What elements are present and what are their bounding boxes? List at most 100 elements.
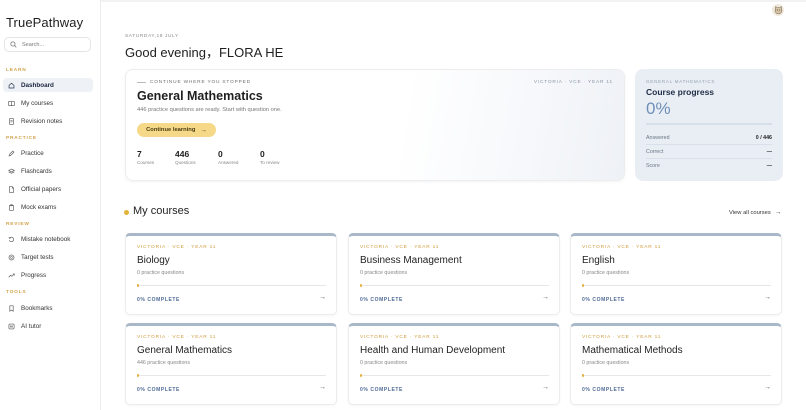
sidebar-item-target-tests[interactable]: Target tests	[3, 250, 93, 264]
progress-title: Course progress	[646, 87, 715, 97]
layers-icon	[8, 168, 15, 174]
document-icon	[9, 185, 14, 193]
stat-value: 446	[175, 149, 190, 159]
continue-learning-card: CONTINUE WHERE YOU STOPPED VICTORIA · VC…	[125, 69, 625, 181]
stat-value: 7	[137, 149, 142, 159]
divider	[646, 144, 772, 145]
sidebar-item-label: Bookmarks	[21, 304, 53, 312]
ai-icon	[8, 323, 15, 329]
section-label-practice: PRACTICE	[6, 136, 37, 141]
stat-label: To review	[260, 160, 280, 165]
sidebar-item-mock-exams[interactable]: Mock exams	[3, 200, 93, 214]
arrow-right-icon[interactable]: →	[542, 384, 549, 391]
course-question-count: 0 practice questions	[582, 270, 630, 276]
progress-row-label: Answered	[646, 135, 670, 141]
arrow-right-icon: →	[774, 209, 782, 216]
arrow-right-icon[interactable]: →	[764, 294, 771, 301]
arrow-right-icon: →	[200, 126, 207, 134]
sidebar-item-bookmarks[interactable]: Bookmarks	[3, 301, 93, 315]
course-name: Mathematical Methods	[582, 345, 683, 356]
arrow-right-icon[interactable]: →	[319, 294, 326, 301]
course-progress-bar	[360, 284, 549, 287]
section-label-learn: LEARN	[6, 68, 27, 73]
course-name: English	[582, 255, 615, 266]
course-card-biology[interactable]: VICTORIA · VCE · YEAR 11 Biology 0 pract…	[125, 233, 337, 315]
undo-icon	[8, 236, 14, 242]
sidebar-item-label: Mock exams	[21, 203, 57, 211]
course-question-count: 0 practice questions	[360, 360, 408, 366]
sidebar-item-official-papers[interactable]: Official papers	[3, 182, 93, 196]
course-name: Health and Human Development	[360, 345, 506, 356]
stat-answered: 0 Answered	[218, 149, 238, 165]
sidebar-item-flashcards[interactable]: Flashcards	[3, 164, 93, 178]
progress-row-value: —	[766, 149, 772, 155]
progress-row-answered: Answered 0 / 446	[646, 135, 772, 141]
avatar[interactable]	[772, 4, 784, 16]
course-complete-label: 0% COMPLETE	[360, 297, 403, 303]
sidebar-item-my-courses[interactable]: My courses	[3, 96, 93, 110]
sidebar-item-label: Flashcards	[21, 167, 52, 175]
sidebar-item-label: Target tests	[21, 253, 54, 261]
sidebar-item-ai-tutor[interactable]: AI tutor	[3, 319, 93, 333]
course-card-business-management[interactable]: VICTORIA · VCE · YEAR 11 Business Manage…	[348, 233, 560, 315]
stat-value: 0	[218, 149, 223, 159]
progress-percent: 0%	[646, 99, 671, 118]
course-tag: VICTORIA · VCE · YEAR 11	[360, 245, 440, 250]
course-card-health-and-human-development[interactable]: VICTORIA · VCE · YEAR 11 Health and Huma…	[348, 323, 560, 405]
course-question-count: 0 practice questions	[137, 270, 185, 276]
app-logo[interactable]: TruePathway	[6, 15, 83, 30]
sidebar-item-label: My courses	[21, 99, 54, 107]
book-icon	[8, 100, 15, 106]
progress-row-score: Score —	[646, 163, 772, 169]
course-progress-bar	[360, 374, 549, 377]
course-progress-fill	[360, 284, 362, 287]
sidebar-item-practice[interactable]: Practice	[3, 146, 93, 160]
section-dot	[124, 210, 129, 215]
course-card-english[interactable]: VICTORIA · VCE · YEAR 11 English 0 pract…	[570, 233, 782, 315]
continue-learning-label: Continue learning	[146, 127, 196, 133]
my-courses-title: My courses	[133, 205, 190, 217]
course-complete-label: 0% COMPLETE	[582, 387, 625, 393]
hero-kicker-text: CONTINUE WHERE YOU STOPPED	[150, 80, 251, 85]
arrow-right-icon[interactable]: →	[319, 384, 326, 391]
view-all-courses-link[interactable]: View all courses →	[729, 209, 781, 216]
stat-to-review: 0 To review	[260, 149, 279, 165]
course-progress-bar	[582, 284, 771, 287]
divider	[646, 158, 772, 159]
course-tag: VICTORIA · VCE · YEAR 11	[137, 245, 217, 250]
notes-icon	[9, 117, 14, 125]
course-complete-label: 0% COMPLETE	[137, 387, 180, 393]
view-all-label: View all courses	[729, 209, 771, 216]
course-progress-fill	[137, 284, 139, 287]
progress-row-label: Score	[646, 163, 660, 169]
arrow-right-icon[interactable]: →	[764, 384, 771, 391]
search-input[interactable]: Search...	[4, 37, 91, 52]
pencil-icon	[8, 150, 15, 156]
arrow-right-icon[interactable]: →	[542, 294, 549, 301]
stat-label: Courses	[137, 160, 155, 165]
sidebar-item-mistake-notebook[interactable]: Mistake notebook	[3, 232, 93, 246]
stat-label: Answered	[218, 160, 239, 165]
progress-bar	[646, 123, 772, 125]
sidebar-item-progress[interactable]: Progress	[3, 268, 93, 282]
sidebar-item-revision-notes[interactable]: Revision notes	[3, 114, 93, 128]
continue-learning-button[interactable]: Continue learning →	[137, 123, 216, 137]
course-progress-bar	[582, 374, 771, 377]
section-label-review: REVIEW	[6, 222, 30, 227]
stat-courses: 7 Courses	[137, 149, 154, 165]
sidebar-item-dashboard[interactable]: Dashboard	[3, 78, 93, 92]
course-tag: VICTORIA · VCE · YEAR 11	[360, 335, 440, 340]
course-card-general-mathematics[interactable]: VICTORIA · VCE · YEAR 11 General Mathema…	[125, 323, 337, 405]
stat-questions: 446 Questions	[175, 149, 196, 165]
course-tag: VICTORIA · VCE · YEAR 11	[137, 335, 217, 340]
course-progress-fill	[582, 284, 584, 287]
course-name: Biology	[137, 255, 170, 266]
course-question-count: 0 practice questions	[582, 360, 630, 366]
sidebar-item-label: AI tutor	[21, 322, 42, 330]
course-complete-label: 0% COMPLETE	[582, 297, 625, 303]
hero-description: 446 practice questions are ready. Start …	[137, 107, 282, 113]
search-icon	[10, 41, 17, 48]
hero-kicker: CONTINUE WHERE YOU STOPPED	[137, 80, 251, 85]
course-progress-bar	[137, 374, 326, 377]
course-card-mathematical-methods[interactable]: VICTORIA · VCE · YEAR 11 Mathematical Me…	[570, 323, 782, 405]
